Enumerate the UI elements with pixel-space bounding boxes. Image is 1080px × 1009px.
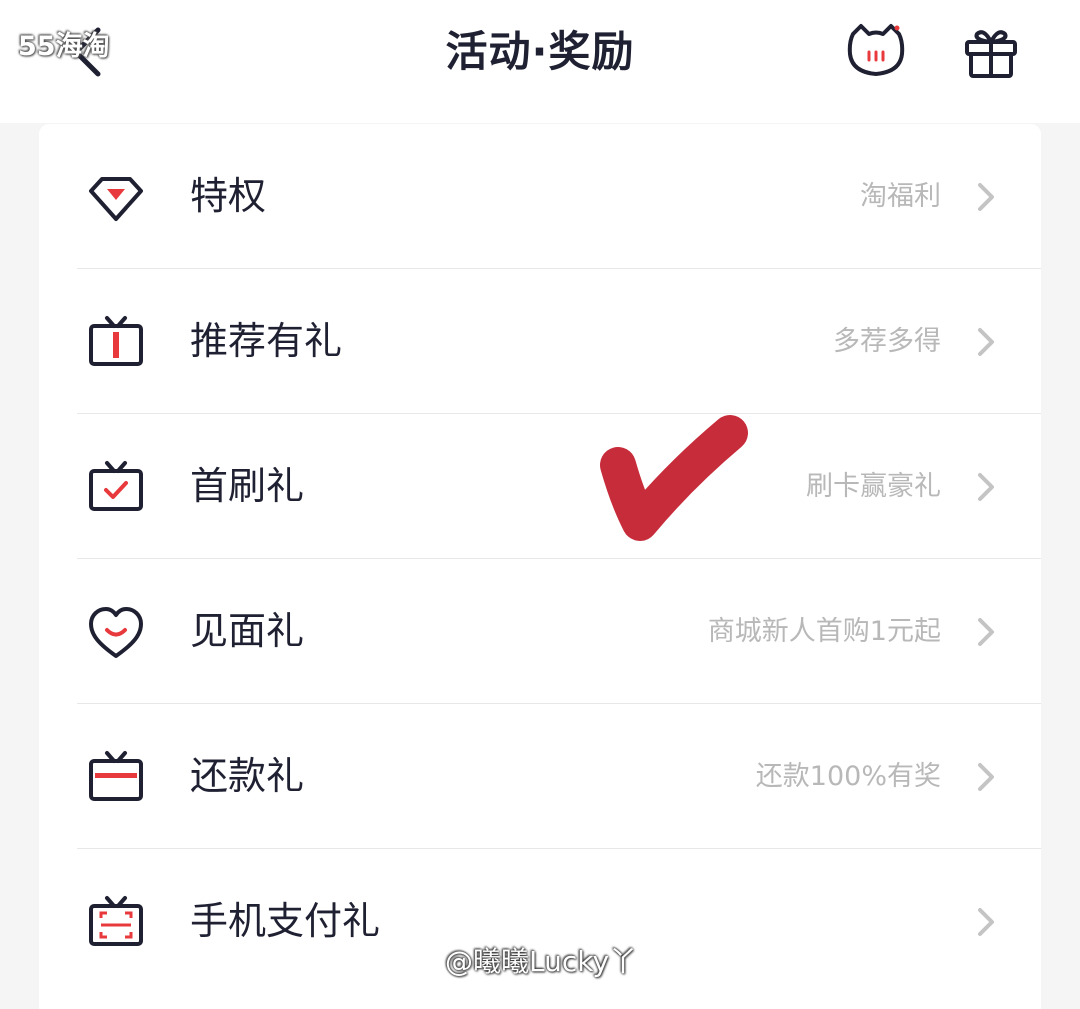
list-item-title: 见面礼 xyxy=(190,609,305,653)
list-item-subtitle: 商城新人首购1元起 xyxy=(707,616,941,647)
list-item-first-swipe[interactable]: 首刷礼 刷卡赢豪礼 xyxy=(39,414,1041,559)
watermark-username: @曦曦Lucky丫 xyxy=(445,945,638,978)
list-item-title: 首刷礼 xyxy=(190,464,305,508)
gift-button[interactable] xyxy=(960,22,1022,84)
chevron-right-icon xyxy=(973,615,999,649)
tv-check-icon xyxy=(87,459,145,517)
chevron-right-icon xyxy=(973,180,999,214)
gift-icon xyxy=(965,30,1017,78)
heart-smile-icon xyxy=(87,604,145,662)
mascot-button[interactable] xyxy=(845,20,907,82)
tv-gift-icon xyxy=(87,314,145,372)
list-item-subtitle: 刷卡赢豪礼 xyxy=(806,471,941,502)
diamond-icon xyxy=(87,169,145,227)
list-item-privilege[interactable]: 特权 淘福利 xyxy=(39,124,1041,269)
top-bar: 55海淘 活动·奖励 xyxy=(0,0,1080,123)
page-title: 活动·奖励 xyxy=(445,27,635,76)
tv-minus-icon xyxy=(87,749,145,807)
list-item-repayment[interactable]: 还款礼 还款100%有奖 xyxy=(39,704,1041,849)
list-item-title: 推荐有礼 xyxy=(190,319,343,363)
list-item-title: 还款礼 xyxy=(190,754,305,798)
list-item-referral[interactable]: 推荐有礼 多荐多得 xyxy=(39,269,1041,414)
activities-list: 特权 淘福利 推荐有礼 多荐多得 首刷礼 刷卡赢豪礼 见面礼 商城新人首购1元起… xyxy=(39,124,1041,1009)
chevron-right-icon xyxy=(973,905,999,939)
chevron-right-icon xyxy=(973,325,999,359)
tv-scan-icon xyxy=(87,894,145,952)
chevron-right-icon xyxy=(973,760,999,794)
cat-mascot-icon xyxy=(847,24,905,76)
list-item-title: 手机支付礼 xyxy=(190,899,381,943)
handdrawn-checkmark-icon xyxy=(590,405,760,550)
list-item-title: 特权 xyxy=(190,174,267,218)
list-item-welcome-gift[interactable]: 见面礼 商城新人首购1元起 xyxy=(39,559,1041,704)
list-item-subtitle: 淘福利 xyxy=(860,181,941,212)
chevron-right-icon xyxy=(973,470,999,504)
list-item-subtitle: 多荐多得 xyxy=(833,326,941,357)
list-item-subtitle: 还款100%有奖 xyxy=(755,761,941,792)
